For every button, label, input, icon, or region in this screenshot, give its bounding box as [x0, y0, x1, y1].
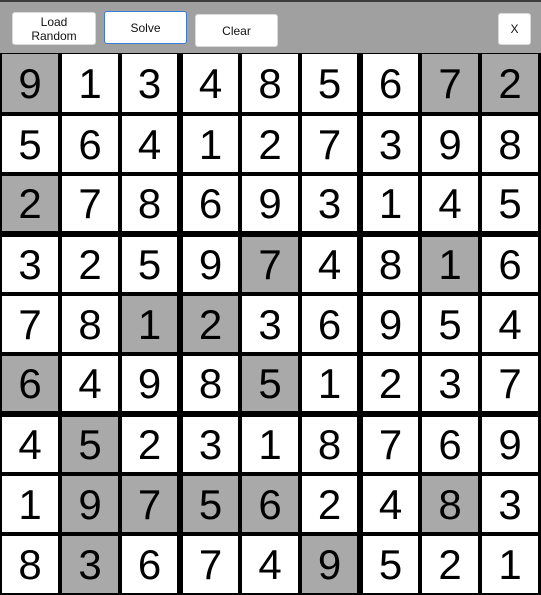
sudoku-cell-r3-c2[interactable]: 7	[62, 176, 118, 231]
solve-button[interactable]: Solve	[104, 11, 187, 44]
sudoku-cell-r8-c4[interactable]: 5	[183, 476, 238, 532]
sudoku-cell-r3-c7[interactable]: 1	[363, 176, 418, 231]
sudoku-cell-r2-c2[interactable]: 6	[62, 116, 118, 172]
sudoku-cell-r5-c7[interactable]: 9	[363, 296, 418, 352]
sudoku-cell-r7-c5[interactable]: 1	[242, 417, 298, 472]
sudoku-cell-r6-c5[interactable]: 5	[242, 356, 298, 411]
sudoku-cell-r2-c5[interactable]: 2	[242, 116, 298, 172]
sudoku-cell-r1-c2[interactable]: 1	[62, 54, 118, 112]
sudoku-cell-r6-c1[interactable]: 6	[2, 356, 58, 411]
sudoku-cell-r6-c9[interactable]: 7	[482, 356, 538, 411]
sudoku-cell-r8-c5[interactable]: 6	[242, 476, 298, 532]
sudoku-cell-r8-c8[interactable]: 8	[422, 476, 478, 532]
sudoku-cell-r7-c3[interactable]: 2	[122, 417, 177, 472]
sudoku-cell-r9-c4[interactable]: 7	[183, 536, 238, 593]
sudoku-cell-r2-c9[interactable]: 8	[482, 116, 538, 172]
sudoku-cell-r5-c3[interactable]: 1	[122, 296, 177, 352]
close-button[interactable]: X	[498, 13, 531, 45]
sudoku-cell-r9-c7[interactable]: 5	[363, 536, 418, 593]
sudoku-cell-r5-c5[interactable]: 3	[242, 296, 298, 352]
sudoku-cell-r7-c9[interactable]: 9	[482, 417, 538, 472]
sudoku-cell-r1-c7[interactable]: 6	[363, 54, 418, 112]
sudoku-cell-r1-c3[interactable]: 3	[122, 54, 177, 112]
sudoku-cell-r9-c3[interactable]: 6	[122, 536, 177, 593]
sudoku-cell-r9-c5[interactable]: 4	[242, 536, 298, 593]
sudoku-cell-r4-c6[interactable]: 4	[302, 237, 357, 292]
sudoku-cell-r6-c6[interactable]: 1	[302, 356, 357, 411]
sudoku-cell-r7-c8[interactable]: 6	[422, 417, 478, 472]
sudoku-cell-r8-c1[interactable]: 1	[2, 476, 58, 532]
sudoku-cell-r9-c2[interactable]: 3	[62, 536, 118, 593]
sudoku-cell-r5-c9[interactable]: 4	[482, 296, 538, 352]
sudoku-cell-r5-c2[interactable]: 8	[62, 296, 118, 352]
sudoku-cell-r8-c6[interactable]: 2	[302, 476, 357, 532]
sudoku-cell-r3-c1[interactable]: 2	[2, 176, 58, 231]
sudoku-cell-r1-c5[interactable]: 8	[242, 54, 298, 112]
sudoku-cell-r3-c5[interactable]: 9	[242, 176, 298, 231]
sudoku-cell-r8-c3[interactable]: 7	[122, 476, 177, 532]
sudoku-cell-r1-c1[interactable]: 9	[2, 54, 58, 112]
sudoku-cell-r8-c7[interactable]: 4	[363, 476, 418, 532]
sudoku-cell-r2-c3[interactable]: 4	[122, 116, 177, 172]
sudoku-cell-r2-c8[interactable]: 9	[422, 116, 478, 172]
sudoku-cell-r3-c8[interactable]: 4	[422, 176, 478, 231]
sudoku-cell-r4-c5[interactable]: 7	[242, 237, 298, 292]
sudoku-cell-r4-c8[interactable]: 1	[422, 237, 478, 292]
sudoku-cell-r5-c8[interactable]: 5	[422, 296, 478, 352]
sudoku-cell-r3-c3[interactable]: 8	[122, 176, 177, 231]
toolbar: Load Random Solve Clear X	[0, 2, 541, 52]
sudoku-cell-r6-c4[interactable]: 8	[183, 356, 238, 411]
sudoku-cell-r7-c2[interactable]: 5	[62, 417, 118, 472]
sudoku-window: Load Random Solve Clear X 91348567256412…	[0, 0, 541, 595]
sudoku-cell-r7-c6[interactable]: 8	[302, 417, 357, 472]
sudoku-cell-r8-c2[interactable]: 9	[62, 476, 118, 532]
sudoku-cell-r3-c4[interactable]: 6	[183, 176, 238, 231]
sudoku-cell-r7-c1[interactable]: 4	[2, 417, 58, 472]
sudoku-cell-r7-c4[interactable]: 3	[183, 417, 238, 472]
sudoku-cell-r1-c8[interactable]: 7	[422, 54, 478, 112]
sudoku-cell-r4-c9[interactable]: 6	[482, 237, 538, 292]
clear-button[interactable]: Clear	[195, 14, 278, 47]
sudoku-cell-r1-c6[interactable]: 5	[302, 54, 357, 112]
sudoku-cell-r3-c9[interactable]: 5	[482, 176, 538, 231]
sudoku-cell-r2-c4[interactable]: 1	[183, 116, 238, 172]
sudoku-cell-r7-c7[interactable]: 7	[363, 417, 418, 472]
sudoku-cell-r5-c4[interactable]: 2	[183, 296, 238, 352]
sudoku-grid: 9134856725641273982786931453259748167812…	[0, 53, 541, 595]
sudoku-cell-r1-c4[interactable]: 4	[183, 54, 238, 112]
sudoku-cell-r9-c8[interactable]: 2	[422, 536, 478, 593]
sudoku-cell-r1-c9[interactable]: 2	[482, 54, 538, 112]
load-random-button[interactable]: Load Random	[12, 12, 96, 45]
sudoku-cell-r5-c6[interactable]: 6	[302, 296, 357, 352]
sudoku-cell-r6-c8[interactable]: 3	[422, 356, 478, 411]
sudoku-cell-r6-c2[interactable]: 4	[62, 356, 118, 411]
sudoku-cell-r2-c6[interactable]: 7	[302, 116, 357, 172]
sudoku-cell-r6-c3[interactable]: 9	[122, 356, 177, 411]
sudoku-cell-r4-c1[interactable]: 3	[2, 237, 58, 292]
sudoku-cell-r2-c1[interactable]: 5	[2, 116, 58, 172]
sudoku-cell-r4-c7[interactable]: 8	[363, 237, 418, 292]
sudoku-cell-r9-c9[interactable]: 1	[482, 536, 538, 593]
sudoku-cell-r4-c2[interactable]: 2	[62, 237, 118, 292]
sudoku-cell-r9-c1[interactable]: 8	[2, 536, 58, 593]
sudoku-cell-r2-c7[interactable]: 3	[363, 116, 418, 172]
sudoku-cell-r4-c4[interactable]: 9	[183, 237, 238, 292]
sudoku-cell-r4-c3[interactable]: 5	[122, 237, 177, 292]
sudoku-cell-r8-c9[interactable]: 3	[482, 476, 538, 532]
sudoku-cell-r6-c7[interactable]: 2	[363, 356, 418, 411]
sudoku-cell-r9-c6[interactable]: 9	[302, 536, 357, 593]
sudoku-cell-r5-c1[interactable]: 7	[2, 296, 58, 352]
sudoku-cell-r3-c6[interactable]: 3	[302, 176, 357, 231]
